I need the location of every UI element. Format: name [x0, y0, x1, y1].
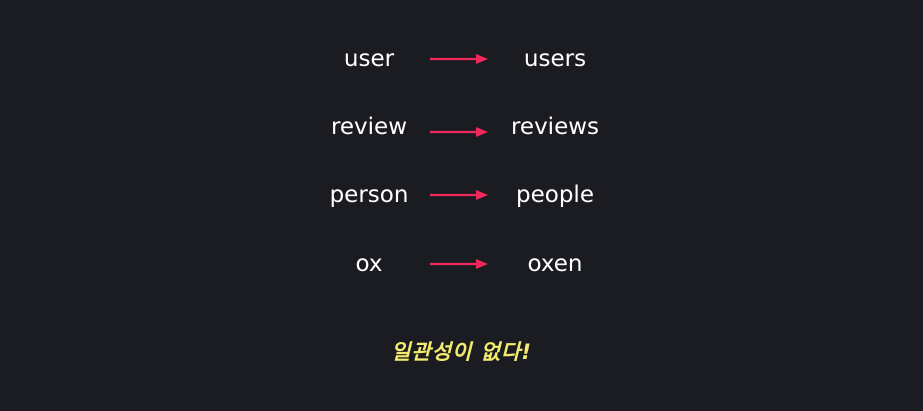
singular-word: user: [343, 46, 395, 72]
singular-word: ox: [355, 251, 383, 277]
right-arrow-icon: [430, 127, 488, 137]
right-arrow-icon: [430, 259, 488, 269]
word-pair-row: person people: [0, 175, 923, 215]
plural-word: oxen: [527, 251, 583, 277]
word-pair-row: user users: [0, 39, 923, 79]
word-pair-row: ox oxen: [0, 244, 923, 284]
plural-word: reviews: [510, 114, 600, 140]
plural-word: users: [523, 46, 587, 72]
caption-text: 일관성이 없다!: [391, 340, 532, 364]
right-arrow-icon: [430, 190, 488, 200]
word-pair-row: review reviews: [0, 107, 923, 147]
singular-word: person: [329, 182, 409, 208]
right-arrow-icon: [430, 54, 488, 64]
singular-word: review: [330, 114, 408, 140]
plural-word: people: [516, 182, 594, 208]
